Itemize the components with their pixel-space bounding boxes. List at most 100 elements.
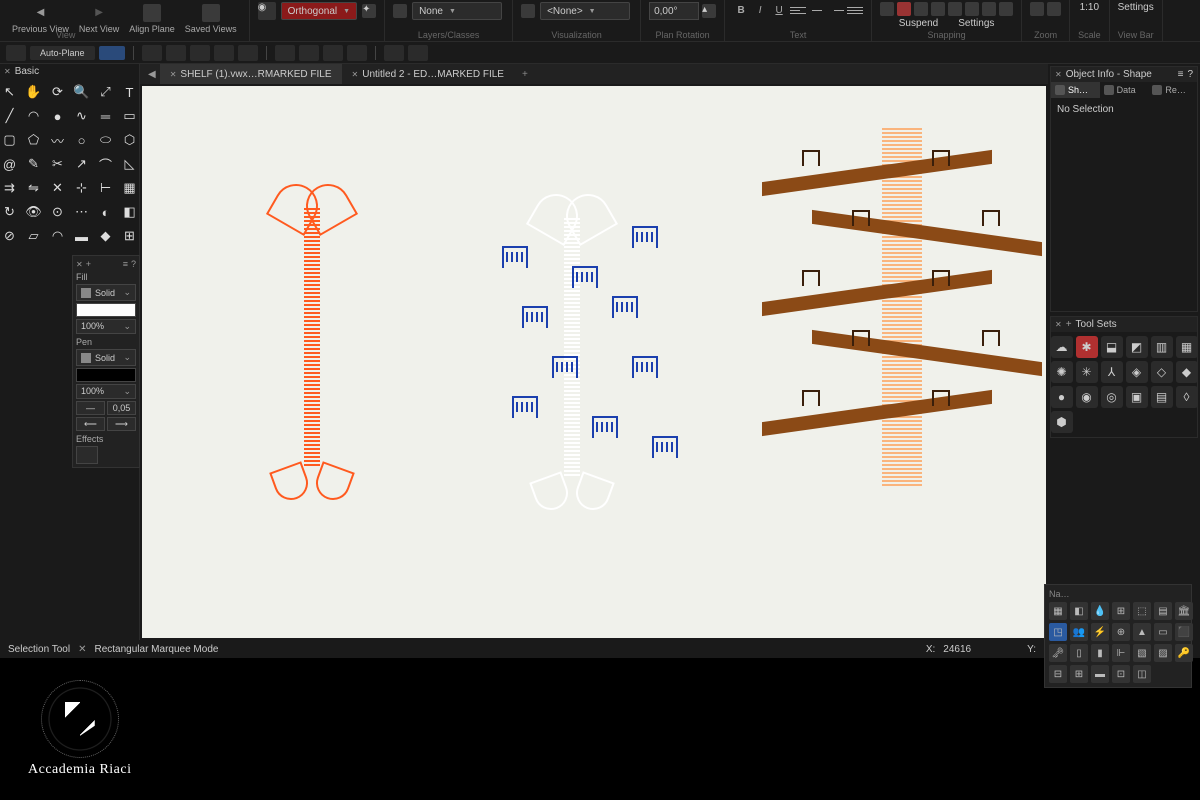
snap-5-button[interactable] <box>948 2 962 16</box>
toolset-8[interactable]: ● <box>1051 386 1073 408</box>
rounded-rect-tool[interactable]: ▢ <box>0 129 21 151</box>
help-icon[interactable]: ? <box>131 259 136 269</box>
mode-icon-2[interactable] <box>166 45 186 61</box>
toolset-11[interactable]: ▣ <box>1126 386 1148 408</box>
align-center-button[interactable] <box>809 2 825 18</box>
add-icon[interactable] <box>1066 319 1072 330</box>
polygon-tool[interactable]: ⬠ <box>23 129 45 151</box>
spiral-tool[interactable]: @ <box>0 153 21 175</box>
italic-button[interactable]: I <box>752 2 768 18</box>
nav-icon-15[interactable]: 🗝 <box>1049 644 1067 662</box>
nav-icon-21[interactable]: 🔑 <box>1175 644 1193 662</box>
connect-tool[interactable]: ⊢ <box>95 177 117 199</box>
sphere-tool[interactable]: ● <box>47 105 69 127</box>
nav-icon-26[interactable]: ◫ <box>1133 665 1151 683</box>
pen-color-swatch[interactable] <box>76 368 136 382</box>
flyover-tool[interactable]: ⟳ <box>47 81 69 103</box>
nav-icon-9[interactable]: 👥 <box>1070 623 1088 641</box>
nav-icon-19[interactable]: ▧ <box>1133 644 1151 662</box>
mode-icon-3[interactable] <box>190 45 210 61</box>
nav-icon-13[interactable]: ▭ <box>1154 623 1172 641</box>
close-icon[interactable] <box>4 66 11 77</box>
nav-icon-10[interactable]: ⚡ <box>1091 623 1109 641</box>
snap-suspend-label[interactable]: Suspend <box>899 18 938 29</box>
toolset-14[interactable]: ⬢ <box>1051 411 1073 433</box>
nav-icon-2[interactable]: ◧ <box>1070 602 1088 620</box>
close-icon[interactable] <box>352 69 359 80</box>
next-view-button[interactable]: Next View <box>75 2 123 36</box>
mode-icon-4[interactable] <box>214 45 234 61</box>
offset-tool[interactable]: ⇉ <box>0 177 21 199</box>
tab-nav-prev[interactable]: ◀ <box>144 69 160 80</box>
toolset-dims[interactable]: ▥ <box>1151 336 1173 358</box>
toolset-building-shell[interactable]: ☁ <box>1051 336 1073 358</box>
fillet-tool[interactable]: ⌒ <box>95 153 117 175</box>
nav-icon-7[interactable]: 🏛 <box>1175 602 1193 620</box>
bold-button[interactable]: B <box>733 2 749 18</box>
snap-2-button[interactable] <box>897 2 911 16</box>
view-mode-dropdown[interactable]: Orthogonal <box>281 2 357 20</box>
toolset-5[interactable]: ◈ <box>1126 361 1148 383</box>
cube-icon[interactable]: ◉ <box>258 2 276 20</box>
zoom-in-button[interactable] <box>1030 2 1044 16</box>
nav-icon-1[interactable]: ▦ <box>1049 602 1067 620</box>
nav-icon-14[interactable]: ⬛ <box>1175 623 1193 641</box>
toolset-7[interactable]: ◆ <box>1176 361 1198 383</box>
mirror-tool[interactable]: ⇋ <box>23 177 45 199</box>
nav-icon-16[interactable]: ▯ <box>1070 644 1088 662</box>
nav-icon-12[interactable]: ▲ <box>1133 623 1151 641</box>
rotation-stepper[interactable]: ▴ <box>702 4 716 18</box>
line-style-dropdown[interactable]: — <box>76 401 105 415</box>
menu-icon[interactable]: ≡ <box>1178 69 1184 80</box>
toolset-3[interactable]: ✳ <box>1076 361 1098 383</box>
double-line-tool[interactable]: ═ <box>95 105 117 127</box>
close-icon[interactable] <box>1055 69 1062 80</box>
plan-rotation-input[interactable] <box>649 2 699 20</box>
reshape-tool[interactable]: ↗ <box>71 153 93 175</box>
close-icon[interactable] <box>170 69 177 80</box>
nav-icon-25[interactable]: ⊡ <box>1112 665 1130 683</box>
freehand-tool[interactable]: ∿ <box>71 105 93 127</box>
align-left-button[interactable] <box>790 2 806 18</box>
snap-4-button[interactable] <box>931 2 945 16</box>
fill-opacity-dropdown[interactable]: 100% <box>76 319 136 334</box>
nav-icon-24[interactable]: ▬ <box>1091 665 1109 683</box>
rect-tool[interactable]: ▭ <box>119 105 141 127</box>
nav-icon-4[interactable]: ⊞ <box>1112 602 1130 620</box>
mode-icon-6[interactable] <box>275 45 295 61</box>
fill-color-swatch[interactable] <box>76 303 136 317</box>
object-info-tab-render[interactable]: Re… <box>1148 82 1197 98</box>
toolset-9[interactable]: ◉ <box>1076 386 1098 408</box>
nav-icon-17[interactable]: ▮ <box>1091 644 1109 662</box>
clip-tool[interactable]: ✂ <box>47 153 69 175</box>
zoom-tool[interactable]: 🔍 <box>71 81 93 103</box>
oval-tool[interactable]: ⬭ <box>95 129 117 151</box>
axis-icon[interactable]: ✦ <box>362 4 376 18</box>
toolset-4[interactable]: ⅄ <box>1101 361 1123 383</box>
toolset-detailing[interactable]: ◩ <box>1126 336 1148 358</box>
rotate-tool[interactable]: ↻ <box>0 201 21 223</box>
more-8-tool[interactable]: ◆ <box>95 225 117 247</box>
toolset-12[interactable]: ▤ <box>1151 386 1173 408</box>
chamfer-tool[interactable]: ◺ <box>119 153 141 175</box>
mode-icon-10[interactable] <box>384 45 404 61</box>
snap-6-button[interactable] <box>965 2 979 16</box>
line-start-marker[interactable]: ⟵ <box>76 417 105 431</box>
drop-shadow-toggle[interactable] <box>76 446 98 464</box>
tab-shelf-file[interactable]: SHELF (1).vwx…RMARKED FILE <box>160 64 342 84</box>
fill-type-dropdown[interactable]: Solid <box>76 284 136 301</box>
toolset-13[interactable]: ◊ <box>1176 386 1198 408</box>
close-icon[interactable] <box>1055 319 1062 330</box>
more-5-tool[interactable]: ▱ <box>23 225 45 247</box>
locus-tool[interactable]: ⊙ <box>47 201 69 223</box>
snap-7-button[interactable] <box>982 2 996 16</box>
snap-8-button[interactable] <box>999 2 1013 16</box>
add-tab-button[interactable]: + <box>514 69 536 80</box>
zoom-out-button[interactable] <box>1047 2 1061 16</box>
more-6-tool[interactable]: ◠ <box>47 225 69 247</box>
visibility-tool[interactable]: 👁 <box>23 201 45 223</box>
more-1-tool[interactable]: ⋯ <box>71 201 93 223</box>
toolset-6[interactable]: ◇ <box>1151 361 1173 383</box>
snap-1-button[interactable] <box>880 2 894 16</box>
toolset-walls[interactable]: ▦ <box>1176 336 1198 358</box>
